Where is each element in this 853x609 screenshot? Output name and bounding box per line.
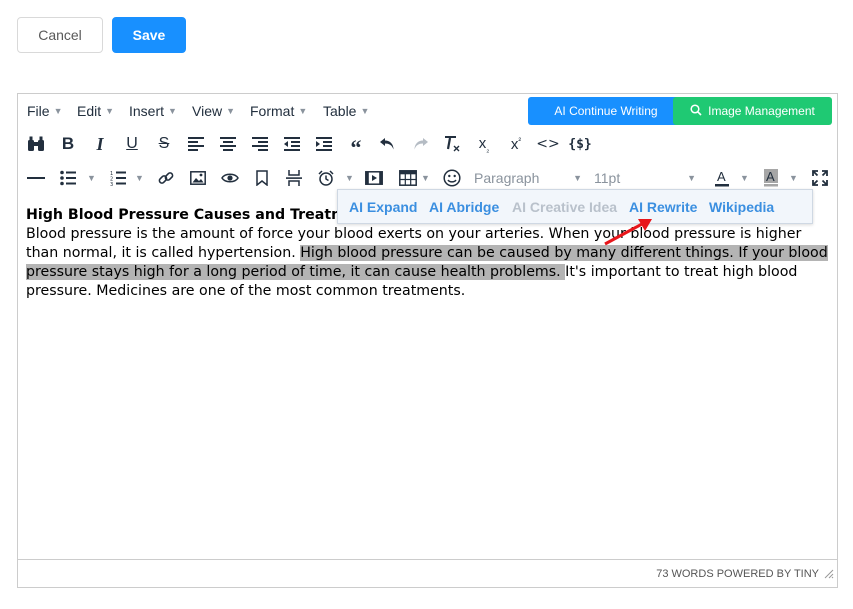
save-button[interactable]: Save [112, 17, 186, 53]
image-management-button[interactable]: Image Management [673, 97, 832, 125]
chevron-down-icon[interactable]: ▼ [135, 173, 144, 183]
emoticons-icon[interactable] [440, 166, 464, 190]
chevron-down-icon: ▼ [168, 106, 177, 116]
chevron-down-icon[interactable]: ▼ [421, 173, 430, 183]
link-icon[interactable] [154, 166, 178, 190]
strikethrough-icon[interactable]: S [152, 132, 176, 156]
italic-icon[interactable]: I [88, 132, 112, 156]
image-icon[interactable] [186, 166, 210, 190]
svg-text:A: A [717, 169, 726, 184]
svg-text:A: A [766, 169, 775, 184]
page-break-icon[interactable] [282, 166, 306, 190]
template-icon[interactable]: {$} [568, 132, 592, 156]
cancel-button[interactable]: Cancel [17, 17, 103, 53]
menu-view[interactable]: View ▼ [192, 103, 235, 119]
highlight-color-icon[interactable]: A [759, 166, 783, 190]
image-management-label: Image Management [708, 104, 815, 118]
ai-expand-option[interactable]: AI Expand [349, 199, 417, 215]
chevron-down-icon: ▼ [687, 173, 696, 183]
ai-continue-writing-button[interactable]: AI Continue Writing [528, 97, 684, 125]
subscript-icon[interactable]: x₂ [472, 132, 496, 156]
chevron-down-icon[interactable]: ▼ [740, 173, 749, 183]
bookmark-icon[interactable] [250, 166, 274, 190]
block-format-select[interactable]: Paragraph ▼ [474, 166, 582, 190]
menu-insert[interactable]: Insert ▼ [129, 103, 177, 119]
underline-icon[interactable]: U [120, 132, 144, 156]
chevron-down-icon: ▼ [298, 106, 308, 116]
blockquote-icon[interactable]: “ [344, 132, 368, 159]
font-size-value: 11pt [594, 170, 621, 186]
chevron-down-icon: ▼ [360, 106, 370, 116]
binoculars-icon[interactable] [24, 132, 48, 156]
bold-icon[interactable]: B [56, 132, 80, 156]
ai-continue-writing-label: AI Continue Writing [554, 104, 658, 118]
menubar: File ▼ Edit ▼ Insert ▼ View ▼ Format ▼ Table ▼… [18, 94, 837, 128]
menu-format-label: Format [250, 103, 295, 119]
word-count-status: 73 WORDS POWERED BY TINY [656, 568, 819, 580]
menu-table-label: Table [323, 103, 357, 119]
ai-abridge-option[interactable]: AI Abridge [429, 199, 499, 215]
menu-insert-label: Insert [129, 103, 165, 119]
align-left-icon[interactable] [184, 132, 208, 156]
superscript-icon[interactable]: x² [504, 132, 528, 156]
menu-view-label: View [192, 103, 223, 119]
preview-icon[interactable] [218, 166, 242, 190]
chevron-down-icon[interactable]: ▼ [87, 173, 96, 183]
table-icon[interactable] [396, 166, 420, 190]
indent-icon[interactable] [312, 132, 336, 156]
horizontal-rule-icon[interactable] [24, 166, 48, 190]
chevron-down-icon: ▼ [573, 173, 582, 183]
chevron-down-icon: ▼ [226, 106, 236, 116]
undo-icon[interactable] [376, 132, 400, 156]
block-format-value: Paragraph [474, 170, 540, 186]
chevron-down-icon: ▼ [105, 106, 115, 116]
menu-file[interactable]: File ▼ [27, 103, 62, 119]
statusbar: 73 WORDS POWERED BY TINY [18, 559, 837, 587]
bullet-list-icon[interactable] [56, 166, 80, 190]
outdent-icon[interactable] [280, 132, 304, 156]
code-icon[interactable]: <> [536, 132, 560, 156]
numbered-list-icon[interactable]: 123 [106, 166, 130, 190]
alarm-icon[interactable] [314, 166, 338, 190]
redo-icon[interactable] [408, 132, 432, 156]
ai-context-menu: AI Expand AI Abridge AI Creative Idea AI… [337, 189, 813, 224]
chevron-down-icon: ▼ [53, 106, 63, 116]
rich-text-editor: File ▼ Edit ▼ Insert ▼ View ▼ Format ▼ Table ▼… [17, 93, 838, 588]
chevron-down-icon[interactable]: ▼ [789, 173, 798, 183]
menu-file-label: File [27, 103, 50, 119]
align-center-icon[interactable] [216, 132, 240, 156]
align-right-icon[interactable] [248, 132, 272, 156]
menu-edit[interactable]: Edit ▼ [77, 103, 114, 119]
svg-text:3: 3 [110, 182, 113, 186]
text-color-icon[interactable]: A [710, 166, 734, 190]
font-size-select[interactable]: 11pt ▼ [594, 166, 696, 190]
chevron-down-icon[interactable]: ▼ [345, 173, 354, 183]
ai-rewrite-option[interactable]: AI Rewrite [629, 199, 697, 215]
media-icon[interactable] [362, 166, 386, 190]
content-paragraph: Blood pressure is the amount of force yo… [26, 225, 832, 301]
search-icon [690, 103, 702, 119]
clear-formatting-icon[interactable] [440, 132, 464, 156]
wikipedia-option[interactable]: Wikipedia [709, 199, 774, 215]
ai-creative-idea-option: AI Creative Idea [512, 199, 618, 215]
toolbar-row-1: B I U S “ x₂ x² <> {$} [18, 132, 837, 166]
resize-handle-icon[interactable] [824, 566, 834, 584]
fullscreen-icon[interactable] [808, 166, 832, 190]
menu-format[interactable]: Format ▼ [250, 103, 307, 119]
red-arrow-icon [604, 219, 652, 246]
menu-edit-label: Edit [77, 103, 102, 119]
menu-table[interactable]: Table ▼ [323, 103, 369, 119]
